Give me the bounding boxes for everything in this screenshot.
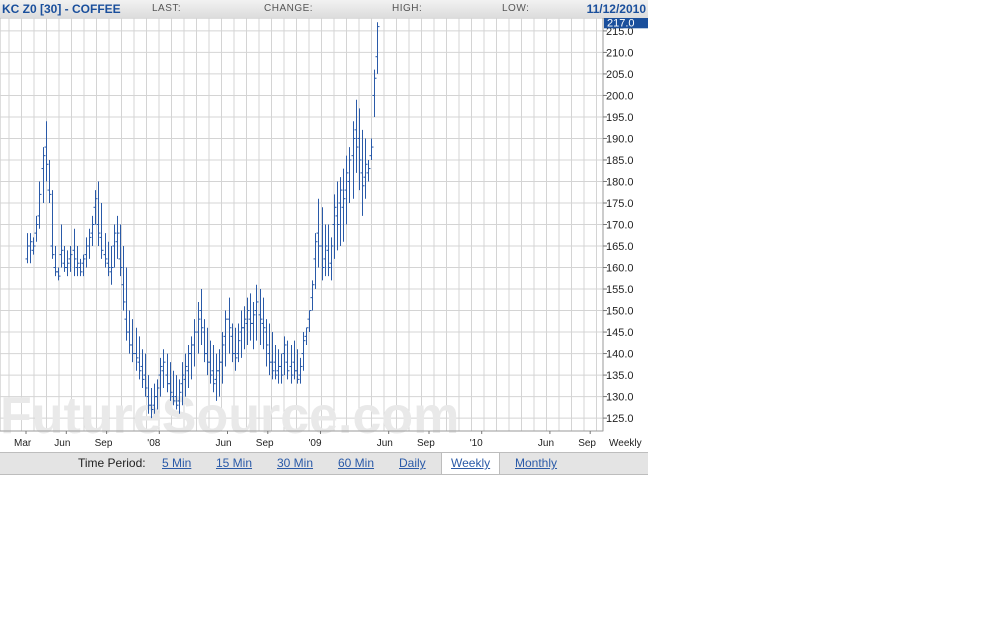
y-tick-label: 185.0 [606,155,634,167]
period-daily-link[interactable]: Daily [399,456,426,470]
x-tick-label: '10 [470,438,483,449]
y-tick-label: 140.0 [606,349,634,361]
y-tick-label: 150.0 [606,306,634,318]
quote-date: 11/12/2010 [586,2,646,16]
x-tick-label: Jun [538,438,554,449]
y-tick-label: 170.0 [606,220,634,232]
period-60-min-link[interactable]: 60 Min [338,456,374,470]
y-tick-label: 165.0 [606,241,634,253]
y-tick-label: 155.0 [606,284,634,296]
y-axis: 125.0 130.0 135.0 140.0 145.0 150.0 155.0 160.0… [602,18,648,431]
y-tick-label: 200.0 [606,90,634,102]
x-tick-label: Jun [377,438,393,449]
period-monthly-link[interactable]: Monthly [515,456,557,470]
y-tick-label: 135.0 [606,370,634,382]
chart-grid [0,18,604,432]
symbol-title: KC Z0 [30] - COFFEE [2,2,121,16]
y-tick-label: 210.0 [606,47,634,59]
y-tick-label: 205.0 [606,69,634,81]
y-tick-label: 125.0 [606,413,634,425]
y-tick-label: 195.0 [606,112,634,124]
price-chart: FutureSource.com 125.0 130.0 135.0 140.0 145… [0,18,648,449]
x-tick-label: Sep [578,438,596,449]
y-tick-label: 190.0 [606,133,634,145]
y-tick-label: 145.0 [606,327,634,339]
time-period-label: Time Period: [78,456,146,470]
last-price-label: 217.0 [607,18,635,29]
low-label: LOW: [502,3,530,14]
x-tick-label: '08 [147,438,160,449]
period-weekly-tab[interactable]: Weekly [441,453,501,474]
period-5-min-link[interactable]: 5 Min [162,456,191,470]
y-tick-label: 130.0 [606,392,634,404]
x-period-label: Weekly [609,438,642,449]
x-tick-label: Sep [95,438,113,449]
period-15-min-link[interactable]: 15 Min [216,456,252,470]
x-tick-label: Jun [54,438,70,449]
x-tick-label: Sep [256,438,274,449]
change-label: CHANGE: [264,3,314,14]
y-tick-label: 175.0 [606,198,634,210]
quote-header: KC Z0 [30] - COFFEE LAST: CHANGE: HIGH: … [0,0,648,19]
time-period-bar: Time Period: 5 Min 15 Min 30 Min 60 Min … [0,452,648,475]
last-label: LAST: [152,3,182,14]
x-tick-label: '09 [309,438,322,449]
x-tick-label: Mar [14,438,32,449]
y-tick-label: 160.0 [606,263,634,275]
x-tick-label: Jun [216,438,232,449]
period-30-min-link[interactable]: 30 Min [277,456,313,470]
x-tick-label: Sep [417,438,435,449]
watermark-text: FutureSource.com [0,387,459,445]
chart-widget: KC Z0 [30] - COFFEE LAST: CHANGE: HIGH: … [0,0,648,475]
high-label: HIGH: [392,3,423,14]
y-tick-label: 180.0 [606,176,634,188]
